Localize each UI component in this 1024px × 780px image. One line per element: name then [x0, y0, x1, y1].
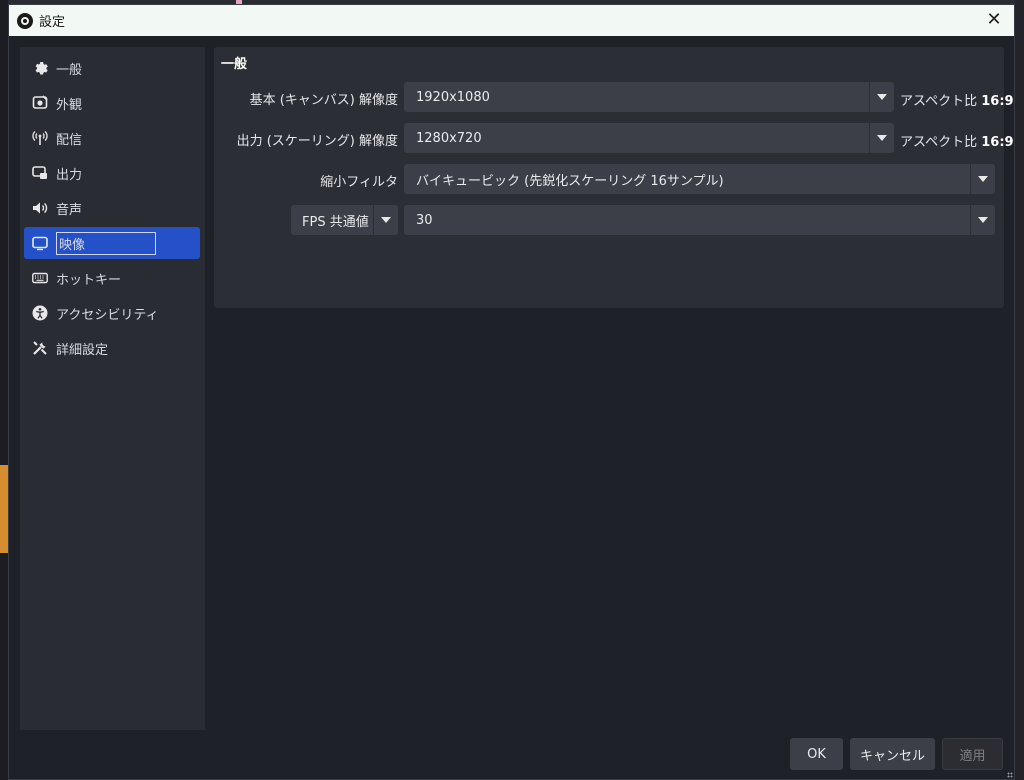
chevron-down-icon[interactable]	[869, 82, 894, 112]
window-title: 設定	[39, 15, 66, 30]
sidebar-item-label: アクセシビリティ	[56, 307, 159, 323]
fps-value: 30	[416, 212, 433, 228]
chevron-down-icon[interactable]	[373, 205, 398, 235]
section-title: 一般	[221, 57, 248, 72]
gear-icon	[32, 60, 48, 76]
broadcast-icon	[32, 130, 48, 146]
aspect-label: アスペクト比	[900, 94, 978, 109]
aspect-value: 16:9	[981, 135, 1014, 150]
sidebar-item-accessibility[interactable]: アクセシビリティ	[24, 297, 200, 329]
monitor-icon	[32, 235, 48, 251]
keyboard-icon	[32, 270, 48, 286]
sidebar-item-label: 一般	[56, 62, 83, 78]
downscale-filter-label: 縮小フィルタ	[320, 175, 398, 190]
output-icon	[32, 165, 48, 181]
base-resolution-label: 基本 (キャンバス) 解像度	[249, 93, 398, 108]
sidebar-item-audio[interactable]: 音声	[24, 192, 200, 224]
sidebar-item-stream[interactable]: 配信	[24, 122, 200, 154]
aspect-label: アスペクト比	[900, 135, 978, 150]
apply-button[interactable]: 適用	[942, 738, 1003, 770]
title-bar: 設定 ✕	[9, 5, 1014, 36]
settings-sidebar: 一般 外観 配信 出力 音声 映像 ホットキー アクセシビリティ 詳細設定	[20, 47, 205, 730]
resize-grip[interactable]	[1007, 772, 1013, 778]
background-app-right	[1015, 0, 1024, 780]
base-aspect-ratio: アスペクト比 16:9	[900, 90, 1014, 109]
aspect-value: 16:9	[981, 94, 1014, 109]
base-resolution-value: 1920x1080	[416, 89, 490, 105]
fps-type-value: FPS 共通値	[302, 214, 369, 230]
sidebar-item-label: 出力	[56, 167, 83, 183]
chevron-down-icon[interactable]	[869, 123, 894, 153]
sidebar-item-label: 詳細設定	[56, 342, 109, 358]
sidebar-item-video[interactable]: 映像	[24, 227, 200, 259]
cancel-button[interactable]: キャンセル	[850, 738, 935, 770]
appearance-icon	[32, 95, 48, 111]
sidebar-item-appearance[interactable]: 外観	[24, 87, 200, 119]
sidebar-item-advanced[interactable]: 詳細設定	[24, 332, 200, 364]
chevron-down-icon[interactable]	[970, 205, 995, 235]
sidebar-item-general[interactable]: 一般	[24, 52, 200, 84]
speaker-icon	[32, 200, 48, 216]
output-resolution-value: 1280x720	[416, 130, 482, 146]
close-icon[interactable]: ✕	[984, 10, 1004, 30]
video-general-panel: 一般 基本 (キャンバス) 解像度 1920x1080 アスペクト比 16:9 …	[214, 47, 1014, 308]
chevron-down-icon[interactable]	[970, 164, 995, 194]
output-aspect-ratio: アスペクト比 16:9	[900, 131, 1014, 150]
sidebar-item-hotkeys[interactable]: ホットキー	[24, 262, 200, 294]
sidebar-item-label: 配信	[56, 132, 83, 148]
tools-icon	[32, 340, 48, 356]
settings-dialog: 設定 ✕ 一般 外観 配信 出力 音声 映像 ホットキー アクセシビリティ 詳細…	[8, 4, 1015, 780]
sidebar-item-label: ホットキー	[56, 272, 122, 288]
sidebar-item-label: 外観	[56, 97, 83, 113]
background-app-left	[0, 0, 8, 780]
accessibility-icon	[32, 305, 48, 321]
fps-value-combo[interactable]: 30	[404, 205, 995, 235]
sidebar-item-label: 音声	[56, 202, 83, 218]
output-resolution-combo[interactable]: 1280x720	[404, 123, 894, 153]
output-resolution-label: 出力 (スケーリング) 解像度	[236, 134, 398, 149]
background-thumbnail	[0, 465, 8, 553]
downscale-filter-combo[interactable]: バイキュービック (先鋭化スケーリング 16サンプル)	[404, 164, 995, 194]
ok-button[interactable]: OK	[790, 738, 843, 770]
downscale-filter-value: バイキュービック (先鋭化スケーリング 16サンプル)	[416, 173, 724, 189]
sidebar-item-output[interactable]: 出力	[24, 157, 200, 189]
sidebar-item-label: 映像	[56, 231, 157, 255]
obs-logo-icon	[17, 12, 33, 29]
fps-type-combo[interactable]: FPS 共通値	[291, 205, 398, 235]
base-resolution-combo[interactable]: 1920x1080	[404, 82, 894, 112]
